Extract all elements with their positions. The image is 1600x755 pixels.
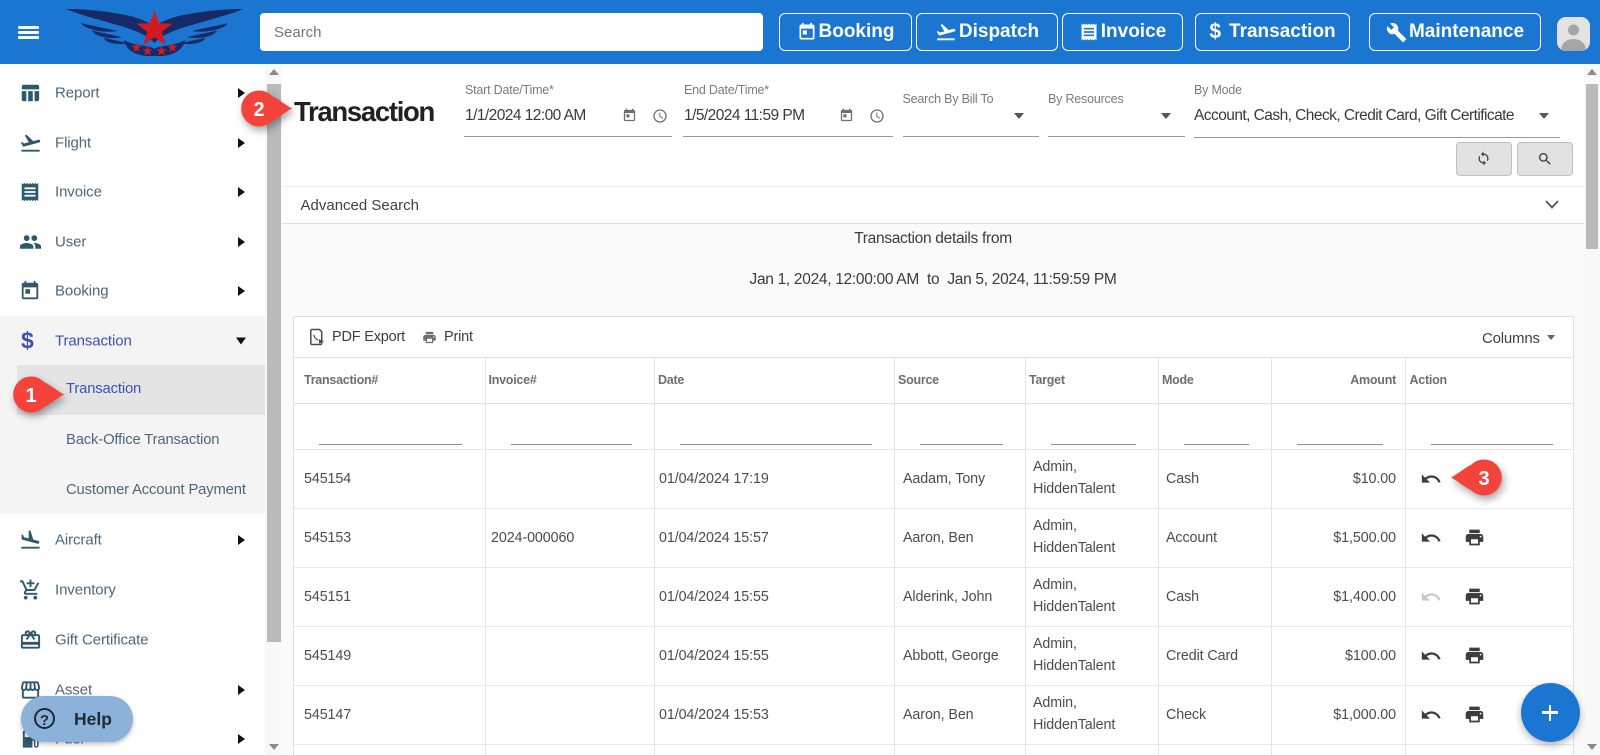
svg-text:2: 2 [253,99,264,121]
svg-text:3: 3 [1478,468,1489,490]
svg-text:1: 1 [25,385,36,407]
